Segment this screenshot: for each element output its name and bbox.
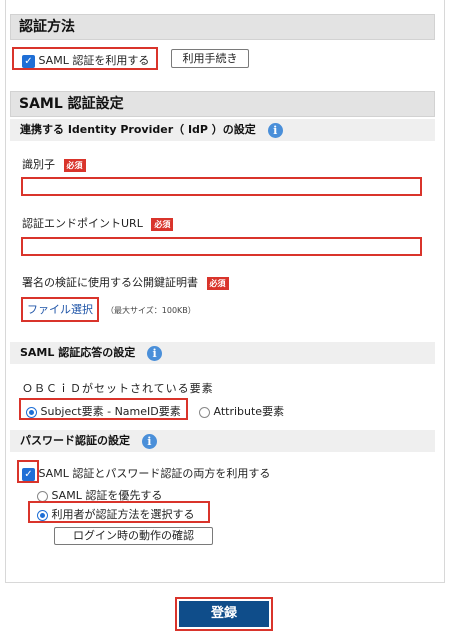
endpoint-input[interactable] xyxy=(21,237,422,256)
required-badge: 必須 xyxy=(206,276,229,290)
use-both-label: SAML 認証とパスワード認証の両方を利用する xyxy=(38,467,271,480)
use-both-checkbox[interactable]: ✓ xyxy=(22,467,35,481)
identifier-label: 識別子 xyxy=(22,158,55,171)
password-auth-heading: パスワード認証の設定 xyxy=(20,434,130,447)
saml-response-subheading: SAML 認証応答の設定 i xyxy=(10,342,435,364)
required-badge: 必須 xyxy=(63,158,86,172)
identifier-label-row: 識別子 必須 xyxy=(22,156,86,172)
subject-option-label: Subject要素 - NameID要素 xyxy=(40,405,181,418)
auth-method-title: 認証方法 xyxy=(19,19,75,35)
identifier-input[interactable] xyxy=(21,177,422,196)
use-both-checkbox-row[interactable]: ✓ SAML 認証とパスワード認証の両方を利用する xyxy=(22,465,270,481)
endpoint-label: 認証エンドポイントURL xyxy=(22,217,143,230)
obcid-label: ＯＢＣｉＤがセットされている要素 xyxy=(22,382,214,395)
cert-label-row: 署名の検証に使用する公開鍵証明書 必須 xyxy=(22,274,229,290)
idp-heading-text: 連携する Identity Provider（ IdP ）の設定 xyxy=(20,123,256,136)
endpoint-label-row: 認証エンドポイントURL 必須 xyxy=(22,215,174,231)
saml-priority-radio[interactable] xyxy=(37,490,48,502)
required-badge: 必須 xyxy=(151,217,174,231)
use-saml-checkbox[interactable]: ✓ xyxy=(22,54,35,68)
use-saml-label: SAML 認証を利用する xyxy=(38,54,150,67)
info-icon[interactable]: i xyxy=(141,433,157,449)
cert-label: 署名の検証に使用する公開鍵証明書 xyxy=(22,276,198,289)
file-max-size: （最大サイズ：100KB） xyxy=(106,306,196,315)
user-select-option[interactable]: 利用者が認証方法を選択する xyxy=(37,506,195,522)
attribute-option-label: Attribute要素 xyxy=(213,405,285,418)
submit-button[interactable]: 登録 xyxy=(179,601,269,627)
saml-settings-heading: SAML 認証設定 xyxy=(10,91,435,117)
user-select-label: 利用者が認証方法を選択する xyxy=(51,508,195,521)
user-select-radio[interactable] xyxy=(37,509,48,521)
password-auth-subheading: パスワード認証の設定 i xyxy=(10,430,435,452)
submit-highlight: 登録 xyxy=(175,597,273,631)
use-saml-checkbox-row[interactable]: ✓ SAML 認証を利用する xyxy=(22,52,149,68)
saml-response-heading: SAML 認証応答の設定 xyxy=(20,346,136,359)
login-behavior-button[interactable]: ログイン時の動作の確認 xyxy=(54,527,213,545)
procedure-button[interactable]: 利用手続き xyxy=(171,49,249,68)
subject-radio[interactable] xyxy=(26,406,37,418)
subject-option[interactable]: Subject要素 - NameID要素 xyxy=(26,403,181,419)
info-icon[interactable]: i xyxy=(267,122,283,138)
info-icon[interactable]: i xyxy=(147,345,163,361)
idp-subheading: 連携する Identity Provider（ IdP ）の設定 i xyxy=(10,119,435,141)
attribute-radio[interactable] xyxy=(199,406,210,418)
file-select-button[interactable]: ファイル選択 xyxy=(21,297,99,322)
auth-method-heading: 認証方法 xyxy=(10,14,435,40)
attribute-option[interactable]: Attribute要素 xyxy=(199,403,284,419)
saml-settings-title: SAML 認証設定 xyxy=(19,96,124,112)
